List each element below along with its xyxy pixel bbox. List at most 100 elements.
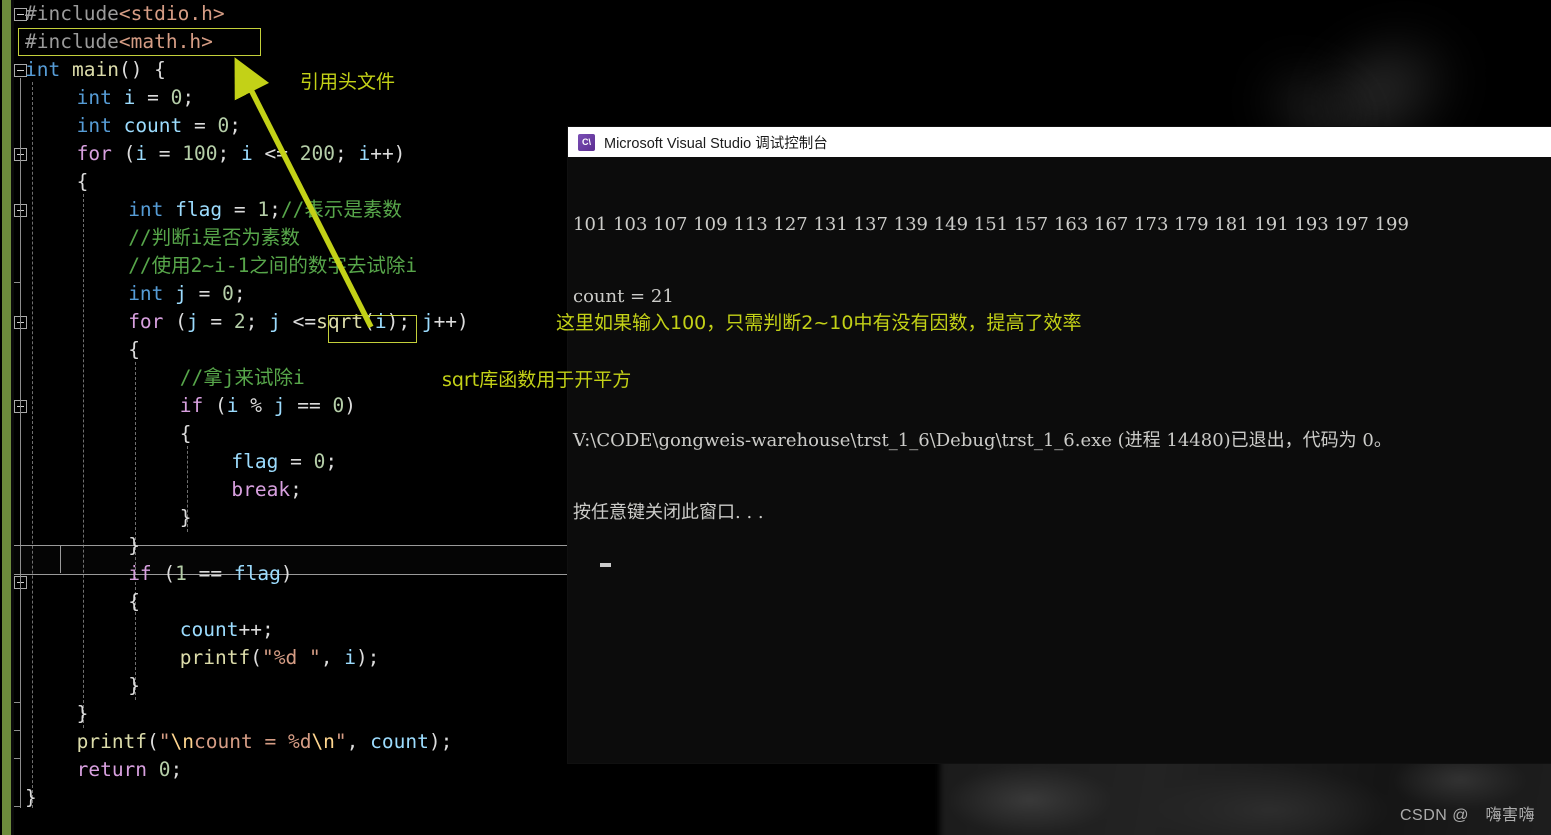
code-token: 0	[158, 758, 171, 781]
code-token: =	[135, 86, 171, 109]
code-line-20[interactable]: }	[128, 532, 140, 560]
code-token: ==	[186, 562, 234, 585]
code-line-14[interactable]: //拿j来试除i	[180, 364, 305, 392]
code-line-23[interactable]: count++;	[180, 616, 274, 644]
code-token: (	[151, 562, 176, 585]
outline-tick-2	[14, 702, 21, 703]
code-line-7[interactable]: {	[77, 168, 89, 196]
code-line-3[interactable]: int main() {	[25, 56, 166, 84]
code-line-26[interactable]: }	[77, 700, 89, 728]
code-token: {	[179, 422, 192, 445]
code-token: }	[179, 506, 192, 529]
code-token: i	[344, 646, 356, 669]
code-line-29[interactable]: }	[25, 784, 37, 812]
outline-tick-4	[14, 758, 21, 759]
code-token: int	[128, 282, 164, 305]
code-token: "%d "	[262, 646, 321, 669]
annotation-arrow	[234, 57, 374, 329]
code-token: )	[280, 562, 293, 585]
math-include-highlight	[18, 28, 261, 56]
code-token: =	[186, 282, 223, 305]
code-token: );	[355, 646, 380, 669]
code-line-18[interactable]: break;	[231, 476, 301, 504]
code-token: if	[128, 562, 152, 585]
change-indicator-bar	[2, 0, 11, 835]
code-token: 0	[170, 86, 183, 109]
code-token: //拿j来试除i	[179, 366, 305, 389]
code-token: i	[135, 142, 148, 165]
code-token: ==	[285, 394, 333, 417]
code-token: int	[76, 86, 112, 109]
code-token: i	[226, 394, 239, 417]
code-token: count	[123, 114, 183, 137]
code-token: }	[25, 786, 37, 809]
code-token: break	[231, 478, 291, 501]
code-token: (	[250, 646, 262, 669]
code-token: (	[111, 142, 136, 165]
code-line-25[interactable]: }	[128, 672, 140, 700]
console-caret	[599, 563, 611, 567]
code-token: ++;	[238, 618, 274, 641]
console-output: 101 103 107 109 113 127 131 137 139 149 …	[568, 157, 1551, 598]
code-line-16[interactable]: {	[180, 420, 192, 448]
code-token: =	[147, 142, 183, 165]
code-token: (	[203, 394, 227, 417]
annotation-sqrt-library: sqrt库函数用于开平方	[442, 369, 632, 391]
code-line-1[interactable]: #include<stdio.h>	[25, 0, 225, 28]
console-title-text: Microsoft Visual Studio 调试控制台	[604, 135, 828, 152]
editor-gutter[interactable]	[11, 0, 14, 835]
code-line-24[interactable]: printf("%d ", i);	[180, 644, 380, 672]
code-token: =	[182, 114, 218, 137]
code-token: ,	[320, 646, 345, 669]
console-title-bar[interactable]: C\ Microsoft Visual Studio 调试控制台	[568, 127, 1551, 157]
annotation-sqrt-efficiency: 这里如果输入100，只需判断2~10中有没有因数，提高了效率	[556, 312, 1082, 334]
code-line-19[interactable]: }	[180, 504, 192, 532]
code-token: {	[128, 338, 140, 361]
code-token: ,	[346, 730, 371, 753]
code-token: flag	[233, 562, 281, 585]
code-line-21[interactable]: if (1 == flag)	[128, 560, 292, 588]
code-token: =	[278, 450, 314, 473]
code-token: (	[163, 310, 187, 333]
code-token: if	[179, 394, 204, 417]
outline-tick-1	[14, 282, 21, 283]
outline-tick-3	[14, 730, 21, 731]
code-token: int	[128, 198, 164, 221]
code-token: flag	[231, 450, 279, 473]
code-line-17[interactable]: flag = 0;	[231, 448, 337, 476]
code-line-5[interactable]: int count = 0;	[77, 112, 241, 140]
indent-guide-1	[32, 82, 33, 808]
code-line-15[interactable]: if (i % j == 0)	[180, 392, 356, 420]
code-line-28[interactable]: return 0;	[77, 756, 183, 784]
code-token: ++)	[433, 310, 469, 333]
code-token: (	[147, 730, 159, 753]
debug-console-window[interactable]: C\ Microsoft Visual Studio 调试控制台 101 103…	[568, 127, 1551, 763]
code-token: () {	[118, 58, 166, 81]
code-token: int	[25, 58, 61, 81]
code-token: return	[76, 758, 148, 781]
code-token: ;	[182, 86, 195, 109]
code-line-13[interactable]: {	[128, 336, 140, 364]
code-token: }	[128, 674, 140, 697]
code-token: \n	[311, 730, 335, 753]
csdn-watermark: CSDN @ 嗨害嗨	[1399, 807, 1535, 824]
code-line-22[interactable]: {	[128, 588, 140, 616]
code-token: printf	[76, 730, 148, 753]
code-token: %d	[287, 730, 312, 753]
code-token: <stdio.h>	[118, 2, 225, 25]
outline-tick-5	[14, 806, 21, 807]
code-line-4[interactable]: int i = 0;	[77, 84, 194, 112]
code-line-27[interactable]: printf("\ncount = %d\n", count);	[77, 728, 453, 756]
code-token: for	[76, 142, 112, 165]
current-line-left-edge	[60, 545, 61, 573]
console-output-blank	[573, 357, 1551, 381]
code-token: 0	[332, 394, 345, 417]
annotation-include-header: 引用头文件	[300, 71, 396, 93]
console-output-prompt: 按任意键关闭此窗口. . .	[573, 502, 764, 523]
code-token: );	[428, 730, 453, 753]
